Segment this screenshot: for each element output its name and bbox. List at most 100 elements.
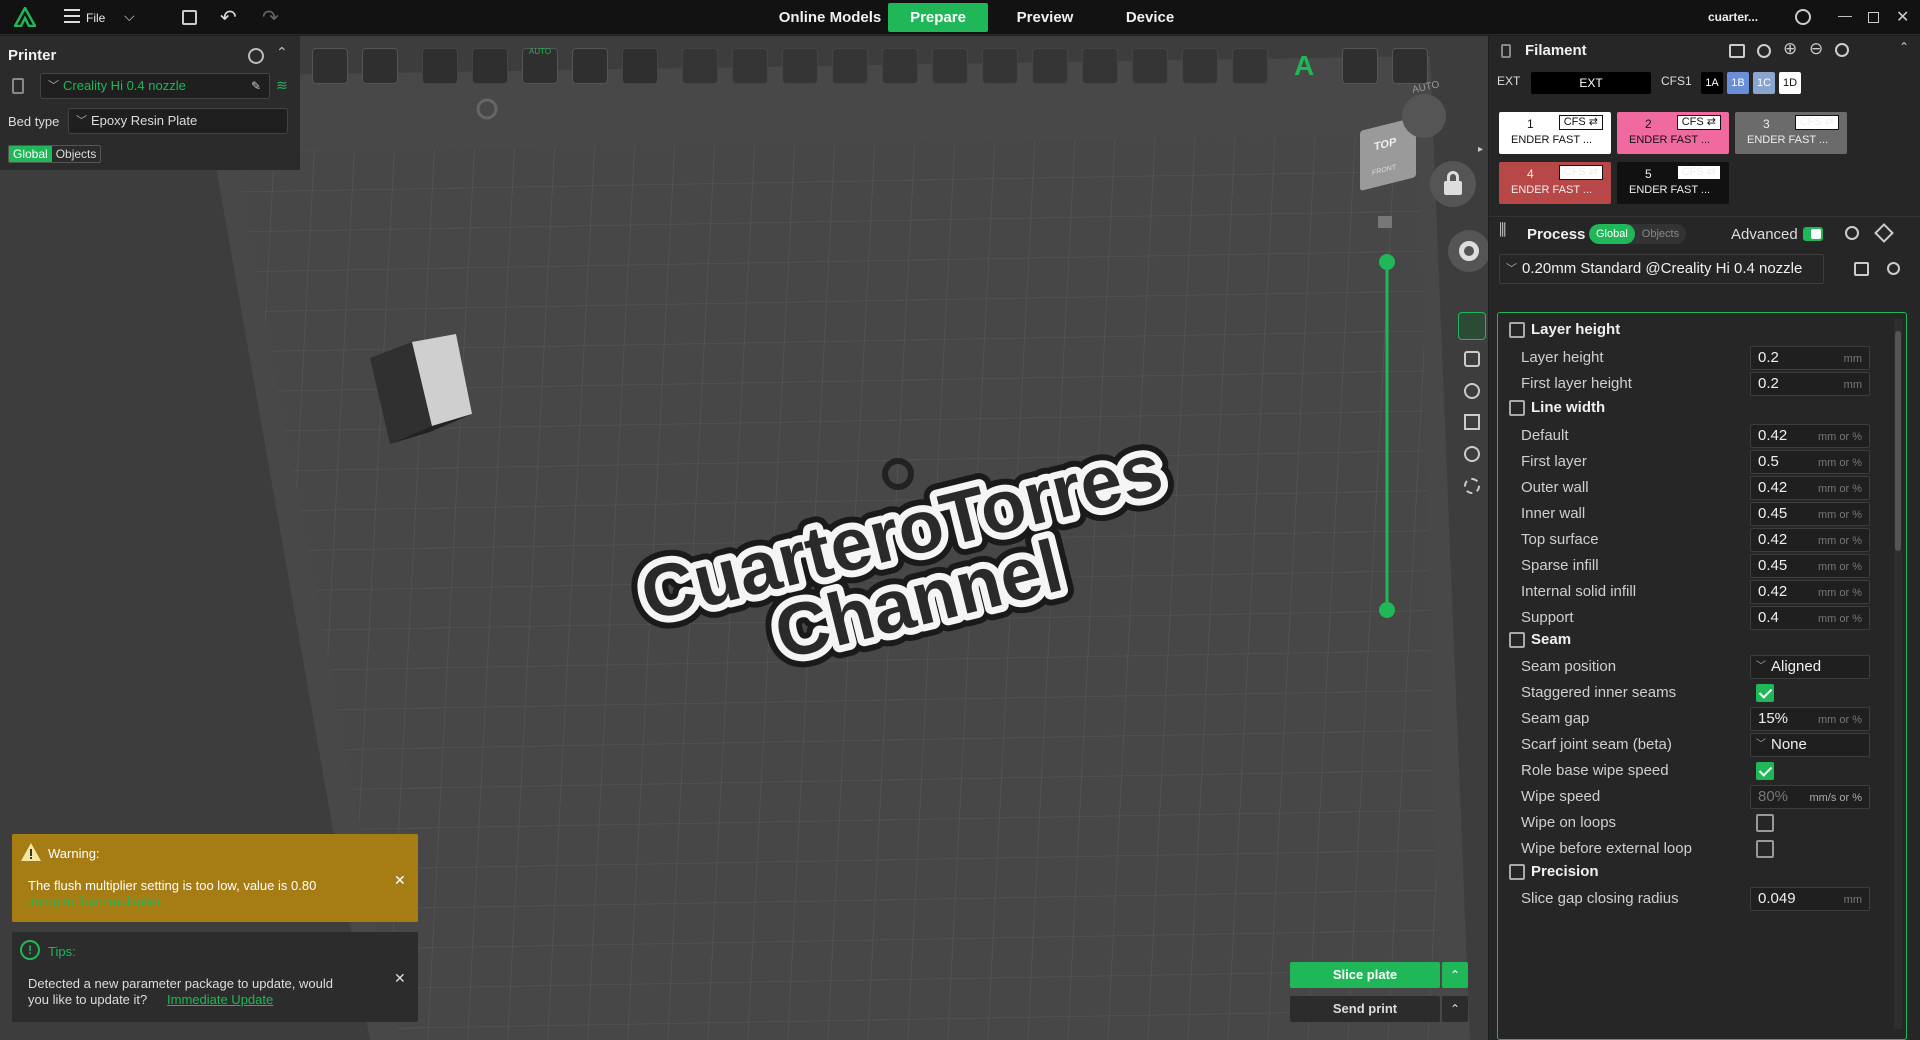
printer-select[interactable]: ﹀ Creality Hi 0.4 nozzle ✎: [40, 73, 270, 99]
wipe-before-checkbox[interactable]: [1756, 840, 1774, 858]
assembly-view-icon[interactable]: [1392, 48, 1428, 84]
sync-cfs-icon[interactable]: [1729, 44, 1745, 58]
slice-gap-input[interactable]: 0.049 mm: [1750, 887, 1870, 911]
auto-orient-icon[interactable]: [1402, 94, 1446, 138]
mesh-boolean-icon[interactable]: [882, 48, 918, 84]
filament-name[interactable]: ENDER FAST ...: [1511, 134, 1592, 146]
grid-select-icon[interactable]: [1464, 351, 1480, 367]
close-icon[interactable]: ✕: [1896, 7, 1909, 27]
send-print-button[interactable]: Send print: [1290, 996, 1440, 1022]
add-object-icon[interactable]: [312, 48, 348, 84]
scrollbar-thumb[interactable]: [1895, 331, 1901, 551]
filament-name[interactable]: ENDER FAST ...: [1747, 134, 1828, 146]
add-filament-icon[interactable]: ⊕: [1783, 39, 1797, 59]
auto-orient-tool-icon[interactable]: AUTO: [522, 47, 558, 84]
measure-icon[interactable]: [982, 48, 1018, 84]
lw-inner-input[interactable]: 0.45 mm or %: [1750, 502, 1870, 526]
filament-cfs[interactable]: CFS ⇄: [1676, 115, 1721, 130]
filament-cfs[interactable]: CFS ⇄: [1558, 165, 1603, 180]
wipe-speed-input[interactable]: 80% mm/s or %: [1750, 785, 1870, 809]
filament-item-5[interactable]: 5 CFS ⇄ ENDER FAST ...: [1617, 162, 1729, 204]
section-precision[interactable]: Precision: [1531, 863, 1599, 880]
filament-item-2[interactable]: 2 CFS ⇄ ENDER FAST ...: [1617, 112, 1729, 154]
scope-global[interactable]: Global: [1589, 224, 1635, 244]
color-paint-icon[interactable]: [1182, 48, 1218, 84]
filament-item-3[interactable]: 3 CFS ⇄ ENDER FAST ...: [1735, 112, 1847, 154]
wifi-icon[interactable]: ≋: [276, 77, 288, 94]
seam-gap-input[interactable]: 15% mm or %: [1750, 707, 1870, 731]
collapse-arrow-icon[interactable]: ▸: [1478, 144, 1483, 155]
split-objects-icon[interactable]: [682, 48, 718, 84]
lw-support-input[interactable]: 0.4 mm or %: [1750, 606, 1870, 630]
slice-options-icon[interactable]: ⌃: [1442, 962, 1468, 988]
collapse-icon[interactable]: ⌃: [276, 44, 288, 61]
lw-sparse-input[interactable]: 0.45 mm or %: [1750, 554, 1870, 578]
seam-paint-icon[interactable]: [1082, 48, 1118, 84]
slot-1a[interactable]: 1A: [1701, 72, 1723, 94]
role-wipe-checkbox[interactable]: [1756, 762, 1774, 780]
slot-1d[interactable]: 1D: [1779, 72, 1801, 94]
edit-icon[interactable]: ✎: [251, 74, 261, 98]
wipe-loops-checkbox[interactable]: [1756, 814, 1774, 832]
support-icon[interactable]: [1464, 414, 1480, 430]
filament-item-4[interactable]: 4 CFS ⇄ ENDER FAST ...: [1499, 162, 1611, 204]
scope-objects[interactable]: Objects: [52, 146, 101, 162]
redo-icon[interactable]: ↷: [262, 5, 279, 30]
close-icon[interactable]: ✕: [394, 970, 406, 987]
view-cube-top[interactable]: TOP: [1374, 136, 1396, 154]
text-tool-icon[interactable]: A: [1294, 50, 1314, 82]
remove-filament-icon[interactable]: ⊖: [1809, 39, 1823, 59]
staggered-checkbox[interactable]: [1756, 684, 1774, 702]
add-plate-icon[interactable]: [362, 48, 398, 84]
close-icon[interactable]: ✕: [394, 872, 406, 889]
scope-objects[interactable]: Objects: [1635, 224, 1686, 244]
lw-first-input[interactable]: 0.5 mm or %: [1750, 450, 1870, 474]
scale-icon[interactable]: [782, 48, 818, 84]
lw-outer-input[interactable]: 0.42 mm or %: [1750, 476, 1870, 500]
target-icon[interactable]: [1464, 446, 1480, 462]
ext-slot[interactable]: EXT: [1531, 72, 1651, 94]
tab-preview[interactable]: Preview: [1000, 3, 1090, 32]
section-seam[interactable]: Seam: [1531, 631, 1571, 648]
scarf-select[interactable]: ﹀ None: [1750, 733, 1870, 757]
command-icon[interactable]: [1464, 478, 1480, 494]
compare-icon[interactable]: [1845, 226, 1859, 240]
view-cube-front[interactable]: FRONT: [1372, 164, 1396, 177]
slice-plate-button[interactable]: Slice plate: [1290, 962, 1440, 988]
tips-link[interactable]: Immediate Update: [167, 992, 273, 1007]
tune-icon[interactable]: [1874, 223, 1894, 243]
filament-name[interactable]: ENDER FAST ...: [1629, 184, 1710, 196]
lw-top-input[interactable]: 0.42 mm or %: [1750, 528, 1870, 552]
speed-icon[interactable]: [1464, 383, 1480, 399]
send-options-icon[interactable]: ⌃: [1442, 996, 1468, 1022]
scrollbar[interactable]: [1894, 319, 1902, 1029]
undo-icon[interactable]: ↶: [220, 5, 237, 30]
svg-icon[interactable]: [1342, 48, 1378, 84]
maximize-icon[interactable]: [1868, 12, 1879, 23]
lw-default-input[interactable]: 0.42 mm or %: [1750, 424, 1870, 448]
search-icon[interactable]: [1887, 262, 1900, 275]
tab-prepare[interactable]: Prepare: [888, 3, 988, 32]
scope-global[interactable]: Global: [9, 146, 52, 162]
seam-position-select[interactable]: ﹀ Aligned: [1750, 655, 1870, 679]
save-preset-icon[interactable]: [1854, 262, 1869, 276]
section-line-width[interactable]: Line width: [1531, 399, 1605, 416]
user-name[interactable]: cuarter...: [1708, 10, 1758, 24]
rotate-icon[interactable]: [472, 48, 508, 84]
lw-internal-input[interactable]: 0.42 mm or %: [1750, 580, 1870, 604]
filament-name[interactable]: ENDER FAST ...: [1629, 134, 1710, 146]
layer-height-input[interactable]: 0.2 mm: [1750, 346, 1870, 370]
slot-1b[interactable]: 1B: [1727, 72, 1749, 94]
settings-gear-icon[interactable]: [1448, 230, 1488, 272]
filament-cfs[interactable]: CFS ⇄: [1676, 165, 1721, 180]
move-icon[interactable]: [422, 48, 458, 84]
printer-settings-icon[interactable]: [248, 48, 264, 64]
headset-icon[interactable]: [1795, 9, 1811, 25]
lock-icon[interactable]: [1430, 161, 1476, 207]
arrange-icon[interactable]: [572, 48, 608, 84]
tab-online-models[interactable]: Online Models: [770, 3, 890, 32]
tab-device[interactable]: Device: [1105, 3, 1195, 32]
cut-icon[interactable]: [832, 48, 868, 84]
slot-1c[interactable]: 1C: [1753, 72, 1775, 94]
lay-flat-icon[interactable]: [622, 48, 658, 84]
